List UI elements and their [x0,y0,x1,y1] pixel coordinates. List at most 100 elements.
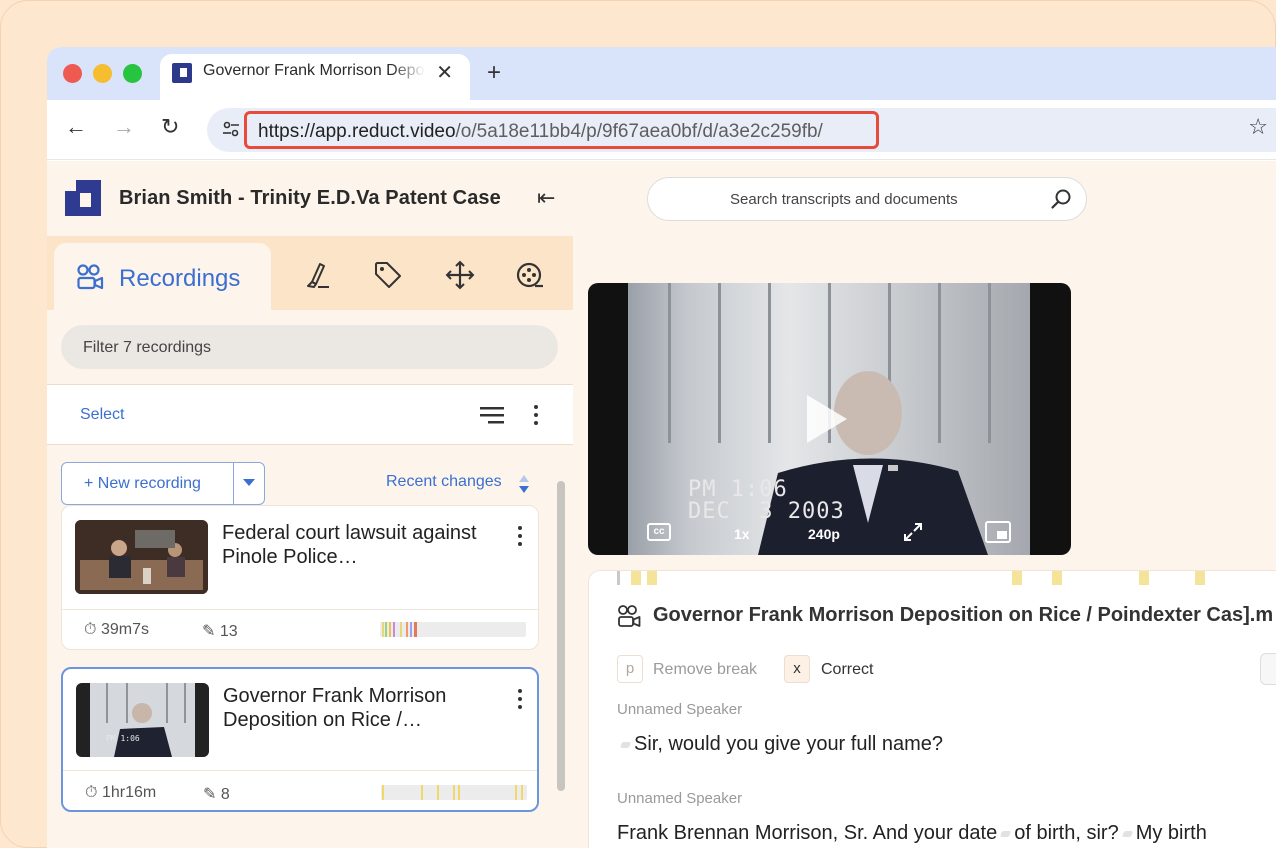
recording-icon [618,605,641,627]
video-timestamp: PM 1:06 DEC 3 2003 [688,479,845,523]
tag-icon[interactable] [373,260,403,290]
recording-timeline [380,622,526,637]
video-player[interactable]: PM 1:06 DEC 3 2003 cc 1x 240p [588,283,1071,555]
search-icon[interactable] [1050,188,1072,210]
filter-row: Filter 7 recordings [47,310,573,385]
more-options-icon[interactable] [533,405,539,427]
panel-tabs: Recordings [47,236,573,311]
utterance-text: Sir, would you give your full name? [634,733,944,755]
transcript-timeline[interactable] [617,571,1276,585]
highlighter-small-icon: ✎ [203,786,217,803]
utterance[interactable]: Sir, would you give your full name? [617,726,1276,763]
utterance[interactable]: Frank Brennan Morrison, Sr. And your dat… [617,815,1276,848]
card-divider [62,609,538,610]
transcript-panel: Governor Frank Morrison Deposition on Ri… [588,570,1276,848]
search-input[interactable]: Search transcripts and documents [647,177,1087,221]
forward-arrow-icon[interactable]: → [113,114,135,140]
project-title: Brian Smith - Trinity E.D.Va Patent Case [119,187,501,209]
correct-label[interactable]: Correct [821,661,873,679]
edits-value: 13 [219,623,238,640]
recording-card[interactable]: Federal court lawsuit against Pinole Pol… [61,505,539,650]
fullscreen-icon[interactable] [903,522,923,542]
reduct-logo-icon[interactable] [65,180,101,216]
app-header: Brian Smith - Trinity E.D.Va Patent Case… [47,161,1276,236]
break-marker[interactable] [1121,830,1133,837]
move-icon[interactable] [445,260,475,290]
highlighter-small-icon: ✎ [202,623,216,640]
browser-tab[interactable]: Governor Frank Morrison Deposition on Ri… [160,54,470,100]
comment-icon[interactable] [1260,653,1276,685]
new-tab-icon[interactable]: + [487,59,501,87]
transcript-title: Governor Frank Morrison Deposition on Ri… [653,604,1274,626]
list-view-icon[interactable] [480,405,504,425]
edits-count: ✎ 13 [202,621,238,641]
close-window-button[interactable] [63,64,82,83]
url-text[interactable]: https://app.reduct.video/o/5a18e11bb4/p/… [258,121,823,143]
reload-icon[interactable]: ↻ [161,114,179,140]
recording-thumbnail [75,520,208,594]
maximize-window-button[interactable] [123,64,142,83]
video-subject [758,371,988,555]
quality-button[interactable]: 240p [808,526,840,542]
tab-recordings[interactable]: Recordings [54,243,271,311]
filter-placeholder: Filter 7 recordings [83,339,212,356]
highlighter-icon[interactable] [302,260,332,290]
edits-value: 8 [220,786,230,803]
hotkey-x[interactable]: x [784,655,810,683]
recording-title: Governor Frank Morrison Deposition on Ri… [223,685,447,731]
new-recording-divider [233,463,234,504]
captions-button[interactable]: cc [647,523,671,541]
bookmark-star-icon[interactable]: ☆ [1248,114,1268,140]
tab-title: Governor Frank Morrison Deposition on Ri… [203,62,425,79]
recording-title: Federal court lawsuit against Pinole Pol… [222,522,477,568]
select-row: Select [47,385,573,445]
playback-speed-button[interactable]: 1x [734,526,750,542]
duration-value: 39m7s [100,621,149,638]
url-host: https://app.reduct.video [258,121,456,142]
svg-text:PM 1:06: PM 1:06 [106,734,140,743]
address-bar[interactable]: https://app.reduct.video/o/5a18e11bb4/p/… [207,108,1276,152]
recordings-icon [77,264,104,290]
hotkey-p[interactable]: p [617,655,643,683]
new-recording-label: + New recording [84,475,201,492]
reduct-favicon-icon [172,63,192,83]
picture-in-picture-icon[interactable] [985,521,1011,543]
site-settings-icon[interactable] [221,119,241,139]
card-divider [63,770,537,771]
recordings-scrollbar[interactable] [557,481,565,791]
speaker-label[interactable]: Unnamed Speaker [617,790,742,807]
recordings-list: + New recording Recent changes Federal c… [47,445,573,848]
break-marker[interactable] [619,741,632,748]
search-placeholder: Search transcripts and documents [730,191,958,208]
minimize-window-button[interactable] [93,64,112,83]
collapse-sidebar-icon[interactable]: ⇤ [537,185,555,211]
film-reel-icon[interactable] [515,260,545,290]
speaker-label[interactable]: Unnamed Speaker [617,701,742,718]
stopwatch-icon: ⏱ [85,784,98,801]
browser-toolbar: ← → ↻ https://app.reduct.video/o/5a18e11… [47,100,1276,160]
select-button[interactable]: Select [80,406,124,424]
recording-more-icon[interactable] [517,689,523,711]
remove-break-label[interactable]: Remove break [653,661,757,679]
tab-strip: Governor Frank Morrison Deposition on Ri… [47,47,1276,100]
timestamp-time: PM 1:06 [688,477,788,502]
recording-more-icon[interactable] [517,526,523,548]
edits-count: ✎ 8 [203,784,230,804]
timestamp-date: DEC 3 2003 [688,499,845,524]
recording-card[interactable]: PM 1:06 Governor Frank Morrison Depositi… [61,667,539,812]
utterance-text: Frank Brennan Morrison, Sr. And your dat… [617,822,998,844]
close-tab-icon[interactable]: ✕ [436,60,453,85]
stopwatch-icon: ⏱ [84,621,97,638]
recordings-panel: Recordings Filter 7 recordings Select + … [47,236,573,848]
sort-dropdown[interactable]: Recent changes [386,473,502,491]
sort-arrows-icon[interactable] [518,474,530,494]
back-arrow-icon[interactable]: ← [65,114,87,140]
new-recording-button[interactable]: + New recording [61,462,265,505]
filter-recordings-input[interactable]: Filter 7 recordings [61,325,558,369]
duration: ⏱ 1hr16m [85,784,156,802]
utterance-text: of birth, sir? [1014,822,1119,844]
play-icon[interactable] [807,395,847,443]
chevron-down-icon[interactable] [243,479,255,486]
break-marker[interactable] [1000,830,1012,837]
tab-recordings-label: Recordings [119,265,241,292]
